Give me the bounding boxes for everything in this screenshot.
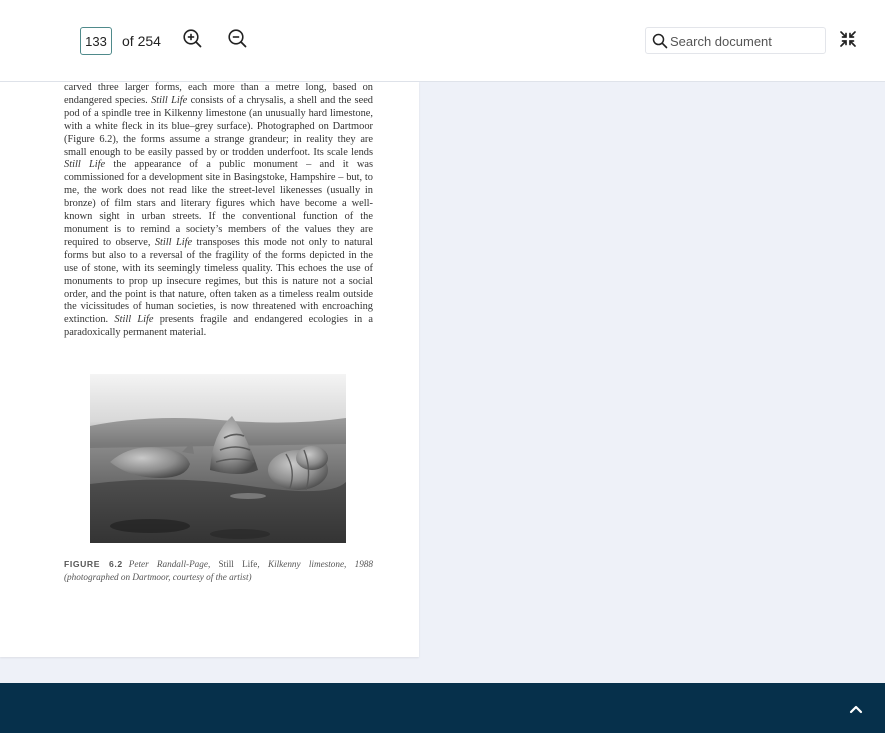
figure-label: FIGURE 6.2 [64,559,123,569]
italic-title: Still Life [154,236,193,248]
search-icon [652,33,668,49]
page-count: of 254 [122,33,161,49]
italic-title: Still Life [64,159,106,171]
zoom-in-icon[interactable] [182,28,202,48]
chevron-up-icon[interactable] [848,703,864,715]
search-box[interactable] [645,27,826,54]
zoom-out-icon[interactable] [227,28,247,48]
bottom-bar [0,683,885,733]
italic-title: Still Life [151,94,188,106]
figure-photo [90,374,346,543]
document-page: carved three larger forms, each more tha… [0,82,419,657]
caption-title: Still Life [218,559,258,569]
viewer-toolbar: of 254 [0,0,885,82]
italic-title: Still Life [114,314,154,326]
body-paragraph: carved three larger forms, each more tha… [64,82,373,340]
page-number-input[interactable] [80,27,112,55]
caption-credit: Peter Randall-Page, [128,559,219,569]
figure-caption: FIGURE 6.2 Peter Randall-Page, Still Life… [64,558,373,583]
search-input[interactable] [670,31,820,51]
text-run: transposes this mode not only to natural… [64,236,373,326]
collapse-icon[interactable] [839,30,857,48]
text-run: the appearance of a public monument – an… [64,159,373,248]
